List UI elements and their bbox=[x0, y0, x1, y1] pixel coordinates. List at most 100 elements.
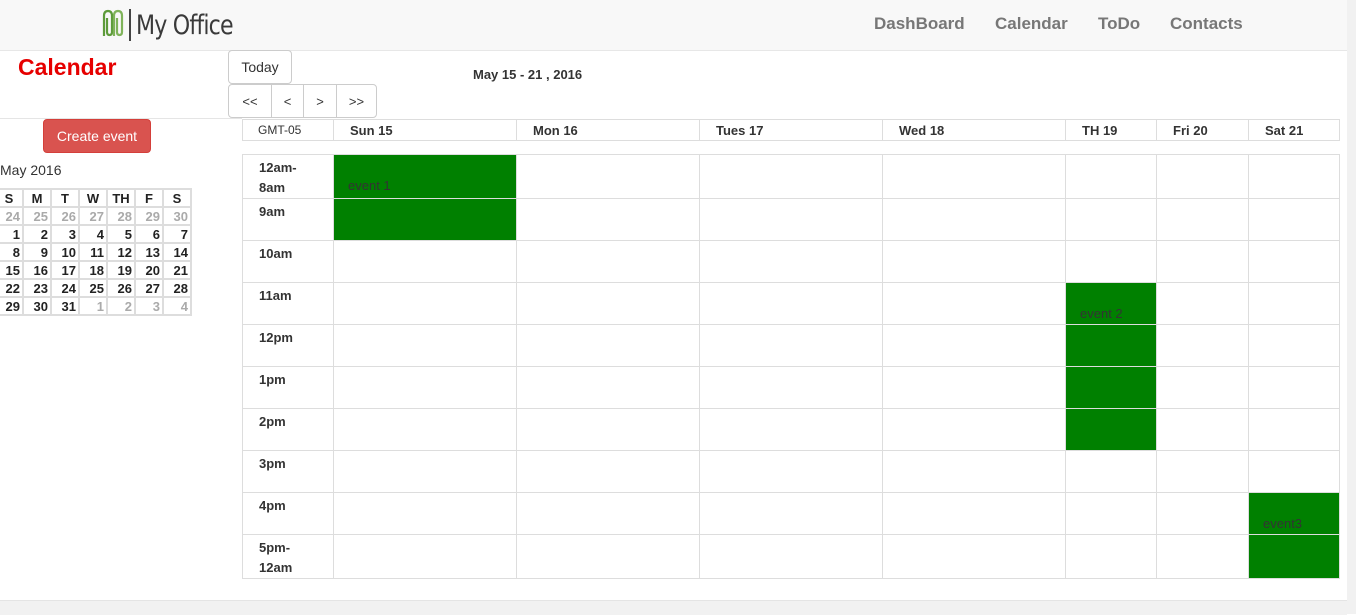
next-next-button[interactable]: >> bbox=[336, 84, 377, 118]
time-slot-cell[interactable] bbox=[1248, 240, 1340, 283]
time-slot-cell[interactable] bbox=[699, 408, 883, 451]
time-slot-cell[interactable] bbox=[699, 198, 883, 241]
event-block[interactable] bbox=[333, 198, 517, 241]
time-slot-cell[interactable] bbox=[1065, 492, 1157, 535]
time-slot-cell[interactable] bbox=[1156, 240, 1249, 283]
time-slot-cell[interactable] bbox=[1156, 534, 1249, 579]
mini-calendar-day[interactable]: 19 bbox=[106, 260, 136, 280]
mini-calendar-day[interactable]: 22 bbox=[0, 278, 24, 298]
mini-calendar-day[interactable]: 28 bbox=[162, 278, 192, 298]
time-slot-cell[interactable] bbox=[1065, 240, 1157, 283]
brand[interactable]: My Office bbox=[98, 6, 254, 44]
prev-button[interactable]: < bbox=[271, 84, 304, 118]
time-slot-cell[interactable] bbox=[1248, 198, 1340, 241]
mini-calendar-day[interactable]: 10 bbox=[50, 242, 80, 262]
time-slot-cell[interactable] bbox=[699, 282, 883, 325]
time-slot-cell[interactable] bbox=[1248, 324, 1340, 367]
mini-calendar-day[interactable]: 25 bbox=[22, 206, 52, 226]
time-slot-cell[interactable] bbox=[882, 366, 1066, 409]
mini-calendar-day[interactable]: 4 bbox=[162, 296, 192, 316]
mini-calendar-day[interactable]: 26 bbox=[50, 206, 80, 226]
time-slot-cell[interactable] bbox=[882, 534, 1066, 579]
time-slot-cell[interactable] bbox=[699, 450, 883, 493]
time-slot-cell[interactable] bbox=[516, 324, 700, 367]
time-slot-cell[interactable] bbox=[1248, 450, 1340, 493]
event-label[interactable]: event3 bbox=[1263, 516, 1302, 531]
time-slot-cell[interactable] bbox=[699, 534, 883, 579]
time-slot-cell[interactable] bbox=[699, 154, 883, 199]
event-block[interactable] bbox=[1065, 408, 1157, 451]
mini-calendar-day[interactable]: 27 bbox=[134, 278, 164, 298]
time-slot-cell[interactable] bbox=[333, 366, 517, 409]
time-slot-cell[interactable] bbox=[516, 154, 700, 199]
mini-calendar-day[interactable]: 29 bbox=[0, 296, 24, 316]
event-block[interactable]: event3 bbox=[1248, 492, 1340, 535]
vertical-scrollbar[interactable] bbox=[1347, 0, 1356, 614]
mini-calendar-day[interactable]: 25 bbox=[78, 278, 108, 298]
mini-calendar-day[interactable]: 7 bbox=[162, 224, 192, 244]
mini-calendar-day[interactable]: 24 bbox=[0, 206, 24, 226]
nav-todo[interactable]: ToDo bbox=[1098, 14, 1140, 34]
mini-calendar-day[interactable]: 3 bbox=[50, 224, 80, 244]
time-slot-cell[interactable] bbox=[1156, 198, 1249, 241]
event-block[interactable]: event 1 bbox=[333, 154, 517, 199]
time-slot-cell[interactable] bbox=[882, 492, 1066, 535]
time-slot-cell[interactable] bbox=[1065, 198, 1157, 241]
mini-calendar-day[interactable]: 20 bbox=[134, 260, 164, 280]
mini-calendar-day[interactable]: 11 bbox=[78, 242, 108, 262]
time-slot-cell[interactable] bbox=[333, 240, 517, 283]
time-slot-cell[interactable] bbox=[516, 240, 700, 283]
time-slot-cell[interactable] bbox=[1156, 450, 1249, 493]
mini-calendar-day[interactable]: 1 bbox=[78, 296, 108, 316]
time-slot-cell[interactable] bbox=[699, 366, 883, 409]
mini-calendar-day[interactable]: 2 bbox=[106, 296, 136, 316]
time-slot-cell[interactable] bbox=[1065, 534, 1157, 579]
horizontal-scrollbar[interactable] bbox=[0, 600, 1347, 615]
time-slot-cell[interactable] bbox=[882, 240, 1066, 283]
time-slot-cell[interactable] bbox=[333, 324, 517, 367]
time-slot-cell[interactable] bbox=[882, 282, 1066, 325]
mini-calendar-day[interactable]: 15 bbox=[0, 260, 24, 280]
event-block[interactable] bbox=[1248, 534, 1340, 579]
time-slot-cell[interactable] bbox=[1248, 366, 1340, 409]
mini-calendar-day[interactable]: 5 bbox=[106, 224, 136, 244]
time-slot-cell[interactable] bbox=[516, 534, 700, 579]
time-slot-cell[interactable] bbox=[882, 408, 1066, 451]
mini-calendar-day[interactable]: 14 bbox=[162, 242, 192, 262]
mini-calendar-day[interactable]: 6 bbox=[134, 224, 164, 244]
mini-calendar-day[interactable]: 26 bbox=[106, 278, 136, 298]
prev-prev-button[interactable]: << bbox=[228, 84, 272, 118]
time-slot-cell[interactable] bbox=[516, 408, 700, 451]
time-slot-cell[interactable] bbox=[516, 366, 700, 409]
mini-calendar-day[interactable]: 17 bbox=[50, 260, 80, 280]
event-block[interactable]: event 2 bbox=[1065, 282, 1157, 325]
mini-calendar-day[interactable]: 12 bbox=[106, 242, 136, 262]
mini-calendar-day[interactable]: 8 bbox=[0, 242, 24, 262]
event-label[interactable]: event 1 bbox=[348, 178, 391, 193]
nav-calendar[interactable]: Calendar bbox=[995, 14, 1068, 34]
time-slot-cell[interactable] bbox=[699, 324, 883, 367]
mini-calendar-day[interactable]: 27 bbox=[78, 206, 108, 226]
event-block[interactable] bbox=[1065, 366, 1157, 409]
time-slot-cell[interactable] bbox=[1065, 450, 1157, 493]
mini-calendar-day[interactable]: 3 bbox=[134, 296, 164, 316]
time-slot-cell[interactable] bbox=[882, 154, 1066, 199]
time-slot-cell[interactable] bbox=[1248, 282, 1340, 325]
time-slot-cell[interactable] bbox=[516, 492, 700, 535]
nav-dashboard[interactable]: DashBoard bbox=[874, 14, 965, 34]
mini-calendar-day[interactable]: 31 bbox=[50, 296, 80, 316]
time-slot-cell[interactable] bbox=[1156, 154, 1249, 199]
mini-calendar-day[interactable]: 1 bbox=[0, 224, 24, 244]
time-slot-cell[interactable] bbox=[333, 282, 517, 325]
time-slot-cell[interactable] bbox=[882, 324, 1066, 367]
time-slot-cell[interactable] bbox=[1156, 408, 1249, 451]
time-slot-cell[interactable] bbox=[699, 240, 883, 283]
time-slot-cell[interactable] bbox=[333, 450, 517, 493]
mini-calendar-day[interactable]: 13 bbox=[134, 242, 164, 262]
mini-calendar-day[interactable]: 29 bbox=[134, 206, 164, 226]
mini-calendar-day[interactable]: 4 bbox=[78, 224, 108, 244]
mini-calendar-day[interactable]: 16 bbox=[22, 260, 52, 280]
time-slot-cell[interactable] bbox=[1248, 408, 1340, 451]
mini-calendar-day[interactable]: 18 bbox=[78, 260, 108, 280]
time-slot-cell[interactable] bbox=[1065, 154, 1157, 199]
